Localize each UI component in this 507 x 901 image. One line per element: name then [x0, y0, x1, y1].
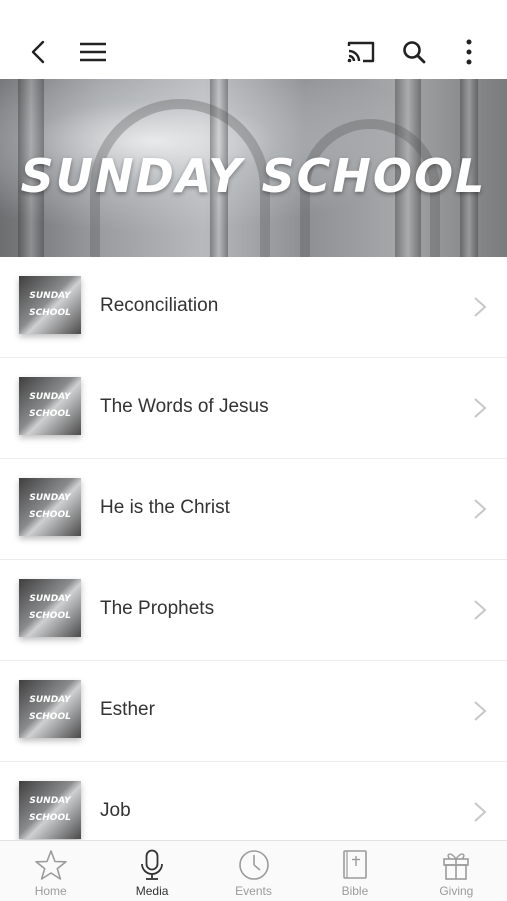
cast-button[interactable] — [343, 34, 379, 70]
list-item[interactable]: SUNDAY SCHOOL He is the Christ — [0, 459, 507, 560]
series-thumbnail: SUNDAY SCHOOL — [19, 377, 81, 435]
chevron-right-icon — [474, 499, 487, 519]
list-item-title: Job — [100, 800, 131, 821]
bottom-tab-bar: Home Media Events Bible Giving — [0, 840, 507, 901]
tab-label: Media — [135, 884, 169, 898]
thumbnail-text: SUNDAY — [29, 695, 71, 705]
chevron-right-icon — [474, 297, 487, 317]
cast-icon — [347, 41, 375, 63]
thumbnail-text: SCHOOL — [29, 611, 71, 621]
list-item[interactable]: SUNDAY SCHOOL Reconciliation — [0, 257, 507, 358]
series-thumbnail: SUNDAY SCHOOL — [19, 680, 81, 738]
chevron-right-icon — [474, 701, 487, 721]
search-button[interactable] — [396, 34, 432, 70]
series-thumbnail: SUNDAY SCHOOL — [19, 276, 81, 334]
thumbnail-text: SCHOOL — [29, 510, 71, 520]
chevron-right-icon — [474, 600, 487, 620]
hero-title: SUNDAY SCHOOL — [20, 149, 487, 203]
thumbnail-text: SCHOOL — [29, 813, 71, 823]
tab-giving[interactable]: Giving — [406, 841, 507, 901]
gift-icon — [443, 853, 470, 880]
series-list: SUNDAY SCHOOL Reconciliation SUNDAY SCHO… — [0, 257, 507, 863]
more-vertical-icon — [466, 39, 472, 65]
tab-label: Events — [235, 884, 272, 898]
microphone-icon — [141, 849, 164, 880]
search-icon — [403, 41, 426, 64]
hamburger-menu-icon — [80, 42, 106, 62]
chevron-right-icon — [474, 398, 487, 418]
tab-label: Giving — [439, 884, 474, 898]
tab-media[interactable]: Media — [101, 841, 202, 901]
tab-label: Bible — [341, 884, 369, 898]
list-item-title: The Words of Jesus — [100, 396, 269, 417]
series-thumbnail: SUNDAY SCHOOL — [19, 579, 81, 637]
chevron-right-icon — [474, 802, 487, 822]
back-chevron-icon — [31, 40, 45, 64]
thumbnail-text: SUNDAY — [29, 392, 71, 402]
more-options-button[interactable] — [451, 34, 487, 70]
thumbnail-text: SCHOOL — [29, 409, 71, 419]
series-thumbnail: SUNDAY SCHOOL — [19, 781, 81, 839]
tab-label: Home — [34, 884, 67, 898]
list-item-title: Esther — [100, 699, 155, 720]
thumbnail-text: SUNDAY — [29, 493, 71, 503]
menu-button[interactable] — [75, 34, 111, 70]
tab-bible[interactable]: Bible — [304, 841, 405, 901]
hero-banner: SUNDAY SCHOOL — [0, 79, 507, 257]
thumbnail-text: SUNDAY — [29, 796, 71, 806]
back-button[interactable] — [20, 34, 56, 70]
star-icon — [34, 850, 67, 880]
thumbnail-text: SUNDAY — [29, 291, 71, 301]
list-item[interactable]: SUNDAY SCHOOL The Words of Jesus — [0, 358, 507, 459]
list-item-title: He is the Christ — [100, 497, 230, 518]
series-thumbnail: SUNDAY SCHOOL — [19, 478, 81, 536]
list-item[interactable]: SUNDAY SCHOOL Esther — [0, 661, 507, 762]
thumbnail-text: SUNDAY — [29, 594, 71, 604]
list-item-title: The Prophets — [100, 598, 215, 619]
bible-icon — [343, 850, 367, 879]
thumbnail-text: SCHOOL — [29, 712, 71, 722]
list-item-title: Reconciliation — [100, 295, 219, 316]
thumbnail-text: SCHOOL — [29, 308, 71, 318]
clock-icon — [238, 850, 269, 880]
top-app-bar — [0, 0, 507, 79]
tab-events[interactable]: Events — [203, 841, 304, 901]
list-item[interactable]: SUNDAY SCHOOL The Prophets — [0, 560, 507, 661]
tab-home[interactable]: Home — [0, 841, 101, 901]
